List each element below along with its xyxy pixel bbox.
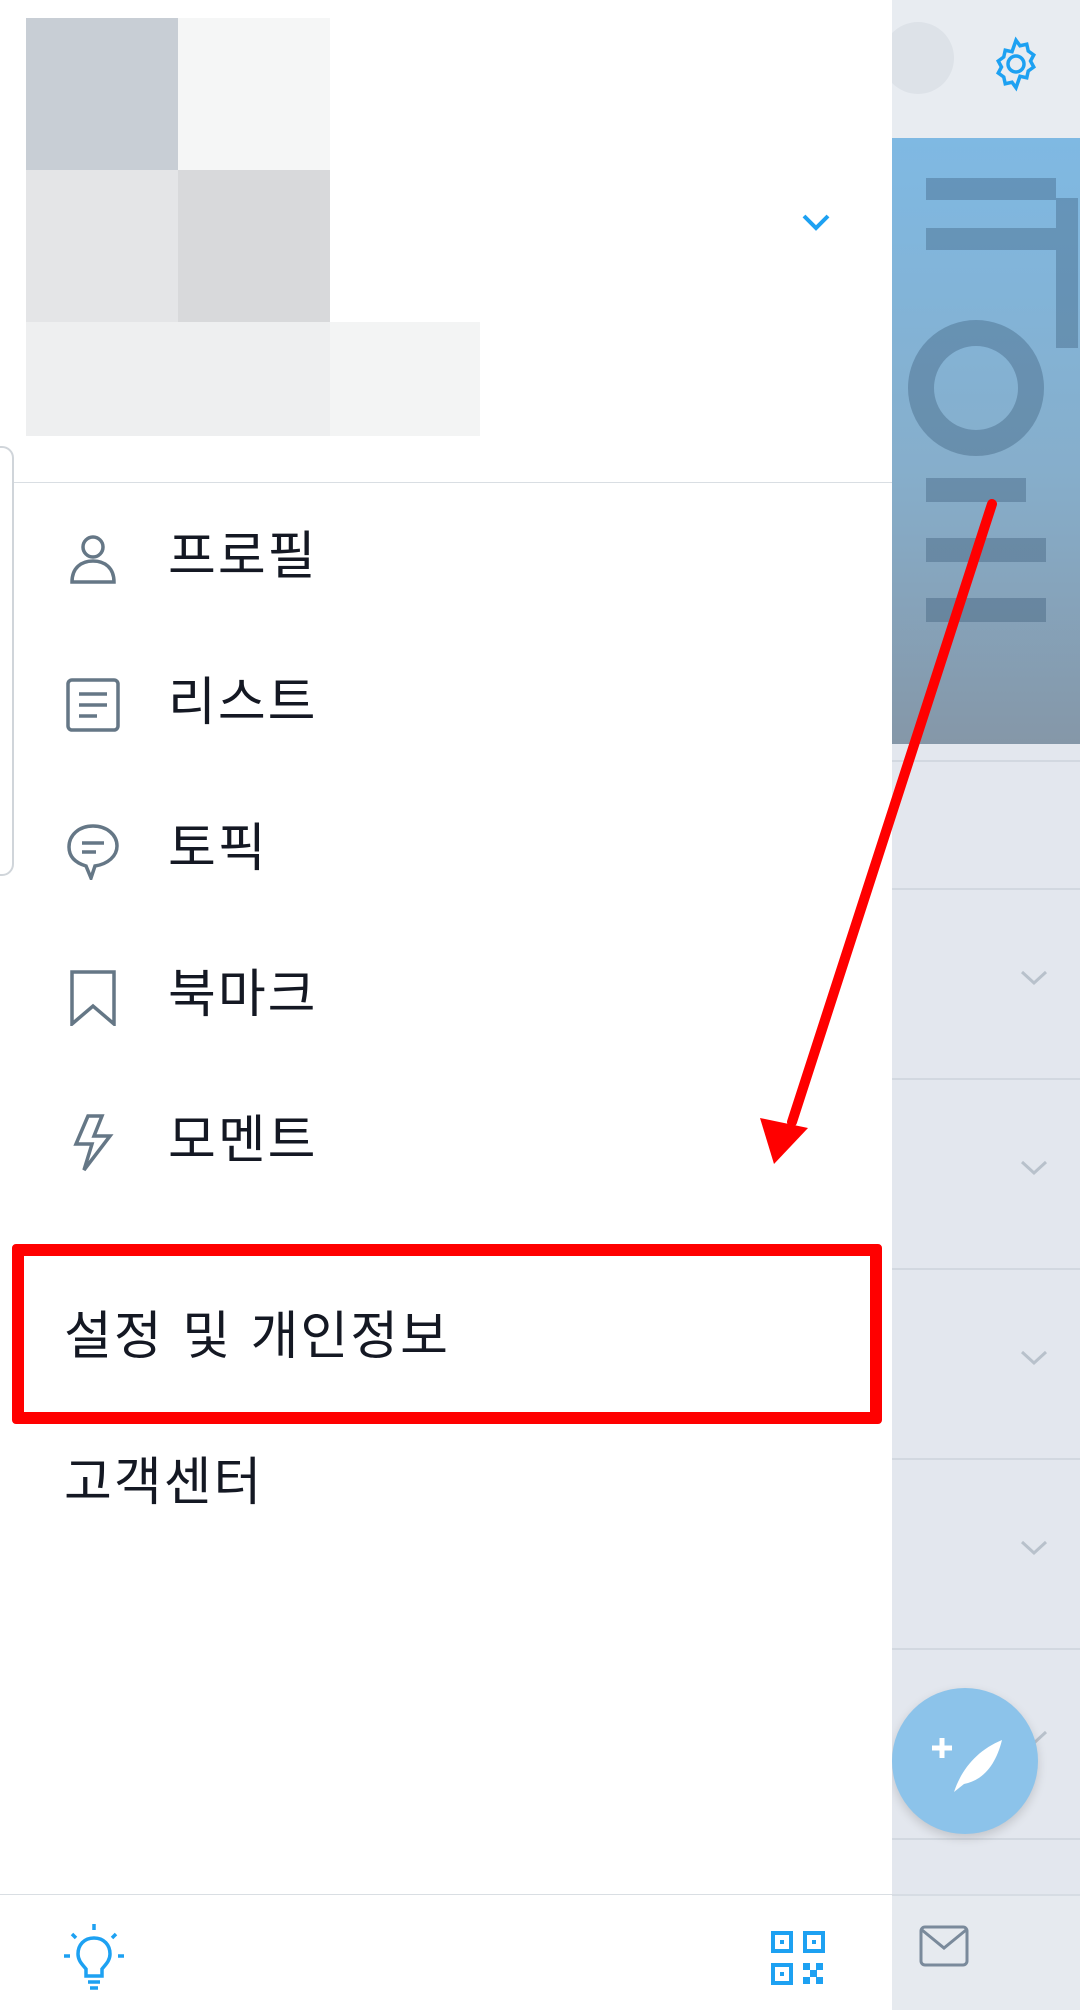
settings-and-privacy-label: 설정 및 개인정보 bbox=[64, 1307, 450, 1367]
background-row bbox=[892, 888, 1080, 1078]
menu-item-label: 프로필 bbox=[168, 527, 318, 587]
background-row bbox=[892, 1078, 1080, 1268]
pixel-block bbox=[178, 18, 330, 170]
menu-item-label: 모멘트 bbox=[168, 1111, 318, 1171]
account-switch-chevron-icon[interactable] bbox=[798, 210, 834, 236]
menu-item-label: 북마크 bbox=[168, 965, 318, 1025]
menu-item-profile[interactable]: 프로필 bbox=[0, 488, 892, 628]
navigation-drawer: 프로필 리스트 토픽 북마크 모멘트 설정 및 개인정보 고객센터 bbox=[0, 0, 892, 2009]
background-row bbox=[892, 1458, 1080, 1648]
pixel-block bbox=[178, 170, 330, 322]
background-row bbox=[892, 1838, 1080, 1896]
pixel-block bbox=[26, 170, 178, 322]
person-icon bbox=[70, 535, 116, 584]
menu-item-moments[interactable]: 모멘트 bbox=[0, 1072, 892, 1212]
menu-item-topics[interactable]: 토픽 bbox=[0, 780, 892, 920]
mail-icon[interactable] bbox=[918, 1924, 970, 1968]
chevron-down-icon[interactable] bbox=[1018, 1348, 1050, 1368]
pixel-block bbox=[330, 322, 480, 436]
menu-item-label: 리스트 bbox=[168, 673, 318, 733]
lightbulb-icon[interactable] bbox=[62, 1922, 126, 1992]
help-center-label: 고객센터 bbox=[64, 1453, 264, 1513]
divider bbox=[0, 482, 892, 483]
background-row bbox=[892, 1268, 1080, 1458]
menu-item-label: 토픽 bbox=[168, 819, 268, 879]
pixel-block bbox=[26, 322, 330, 436]
compose-tweet-button[interactable] bbox=[892, 1688, 1038, 1834]
menu-item-bookmarks[interactable]: 북마크 bbox=[0, 926, 892, 1066]
lightning-icon bbox=[73, 1114, 114, 1172]
compose-feather-icon bbox=[932, 1738, 1002, 1792]
list-icon bbox=[66, 678, 120, 732]
chevron-down-icon[interactable] bbox=[1018, 1158, 1050, 1178]
drawer-footer bbox=[0, 1894, 892, 2009]
menu-item-lists[interactable]: 리스트 bbox=[0, 634, 892, 774]
background-banner-image bbox=[892, 138, 1080, 744]
chevron-down-icon[interactable] bbox=[1018, 1538, 1050, 1558]
background-avatar bbox=[882, 22, 954, 94]
bookmark-icon bbox=[70, 970, 116, 1026]
background-row bbox=[892, 760, 1080, 890]
gear-icon[interactable] bbox=[986, 34, 1046, 94]
help-center-item[interactable]: 고객센터 bbox=[0, 1418, 892, 1548]
settings-and-privacy-item[interactable]: 설정 및 개인정보 bbox=[0, 1272, 892, 1402]
topic-icon bbox=[67, 824, 119, 880]
chevron-down-icon[interactable] bbox=[1018, 968, 1050, 988]
pixel-block bbox=[26, 18, 178, 170]
qr-code-icon[interactable] bbox=[770, 1930, 826, 1986]
banner-decoration bbox=[906, 158, 1080, 744]
